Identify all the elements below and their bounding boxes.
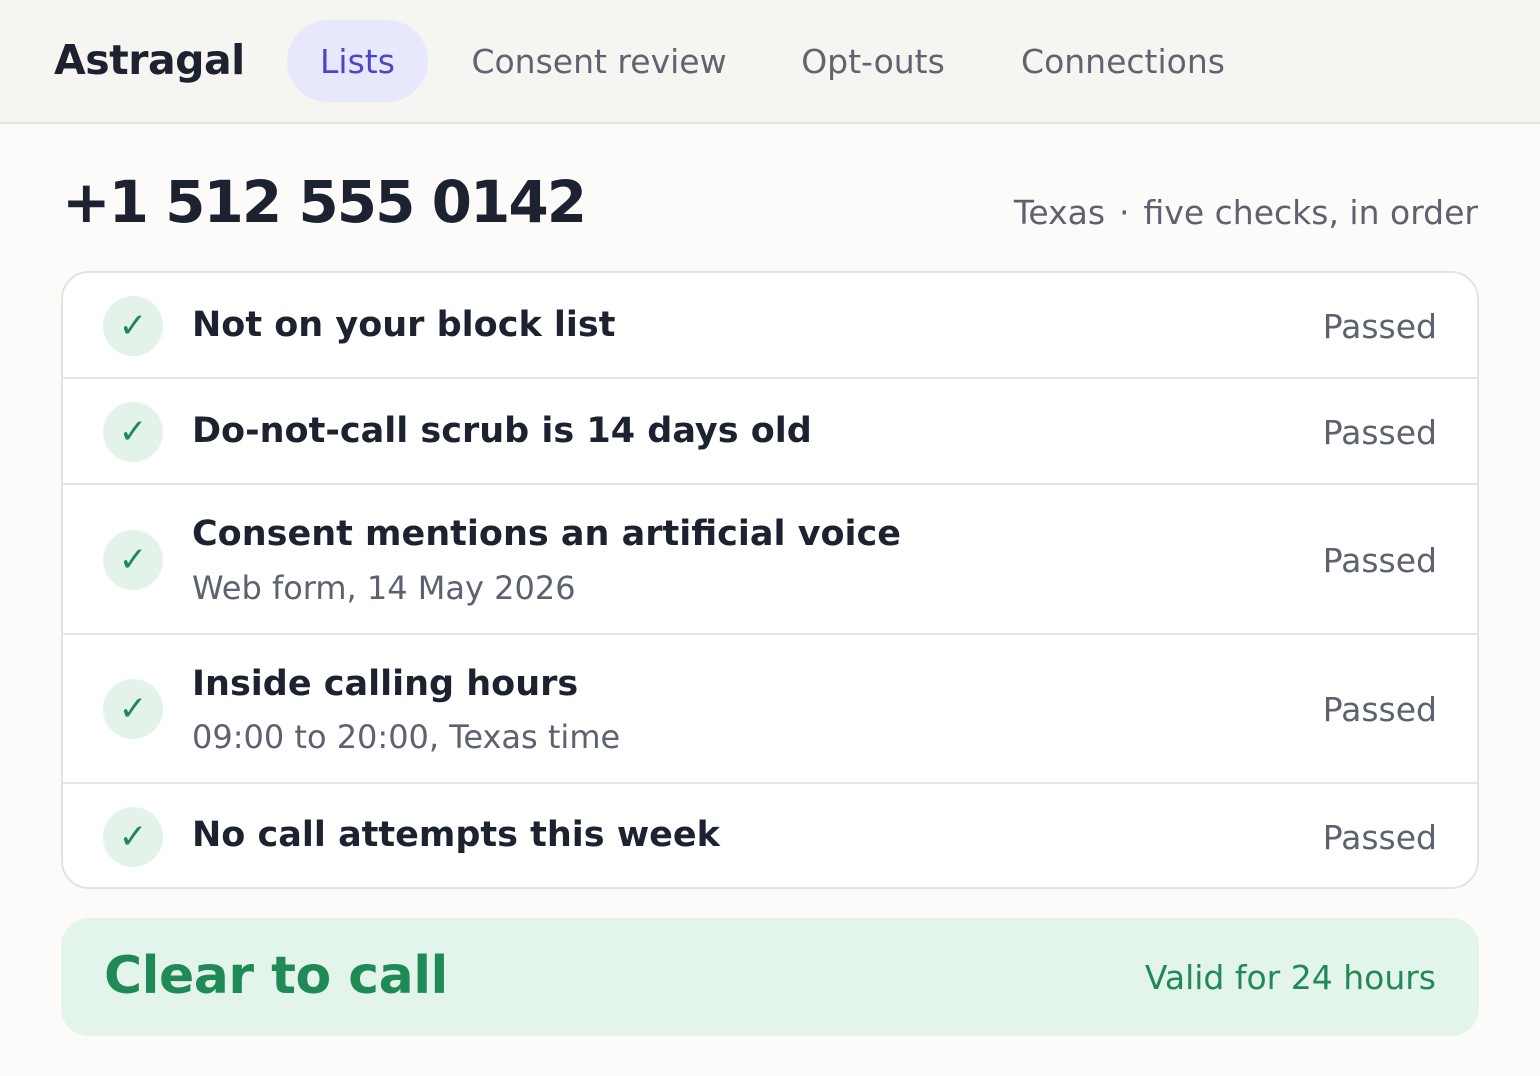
verdict-banner: Clear to call Valid for 24 hours bbox=[61, 918, 1479, 1036]
check-row-consent: ✓ Consent mentions an artificial voice W… bbox=[63, 485, 1477, 635]
check-status: Passed bbox=[1322, 413, 1437, 452]
phone-number-heading: +1 512 555 0142 bbox=[62, 168, 587, 236]
check-status: Passed bbox=[1322, 307, 1437, 346]
check-subtitle: Web form, 14 May 2026 bbox=[192, 569, 576, 607]
meta-separator: · bbox=[1119, 193, 1130, 232]
check-row-block-list: ✓ Not on your block list Passed bbox=[63, 273, 1477, 379]
check-icon: ✓ bbox=[103, 296, 163, 356]
check-title: Inside calling hours bbox=[192, 664, 579, 704]
check-row-dnc-scrub: ✓ Do-not-call scrub is 14 days old Passe… bbox=[63, 379, 1477, 485]
check-icon: ✓ bbox=[103, 402, 163, 462]
check-subtitle: 09:00 to 20:00, Texas time bbox=[192, 718, 621, 756]
brand-logo[interactable]: Astragal bbox=[54, 36, 245, 84]
check-row-call-attempts: ✓ No call attempts this week Passed bbox=[63, 784, 1477, 887]
check-title: Consent mentions an artificial voice bbox=[192, 514, 902, 554]
check-title: Not on your block list bbox=[192, 305, 616, 345]
check-title: Do-not-call scrub is 14 days old bbox=[192, 411, 812, 451]
check-status: Passed bbox=[1322, 818, 1437, 857]
tab-opt-outs[interactable]: Opt-outs bbox=[786, 20, 960, 102]
check-icon: ✓ bbox=[103, 530, 163, 590]
verdict-title: Clear to call bbox=[104, 946, 448, 1006]
checks-card: ✓ Not on your block list Passed ✓ Do-not… bbox=[61, 271, 1479, 889]
check-row-calling-hours: ✓ Inside calling hours 09:00 to 20:00, T… bbox=[63, 635, 1477, 784]
tab-lists[interactable]: Lists bbox=[287, 20, 428, 102]
verdict-validity: Valid for 24 hours bbox=[1144, 958, 1436, 997]
check-status: Passed bbox=[1322, 690, 1437, 729]
tab-consent-review[interactable]: Consent review bbox=[456, 20, 742, 102]
check-icon: ✓ bbox=[103, 807, 163, 867]
check-icon: ✓ bbox=[103, 679, 163, 739]
check-title: No call attempts this week bbox=[192, 815, 720, 855]
tab-connections[interactable]: Connections bbox=[1004, 20, 1242, 102]
check-status: Passed bbox=[1322, 541, 1437, 580]
top-navigation-bar: Astragal Lists Consent review Opt-outs C… bbox=[0, 0, 1540, 124]
state-label: Texas bbox=[1013, 193, 1106, 232]
checks-summary: five checks, in order bbox=[1143, 193, 1478, 232]
record-meta: Texas · five checks, in order bbox=[1014, 193, 1478, 232]
